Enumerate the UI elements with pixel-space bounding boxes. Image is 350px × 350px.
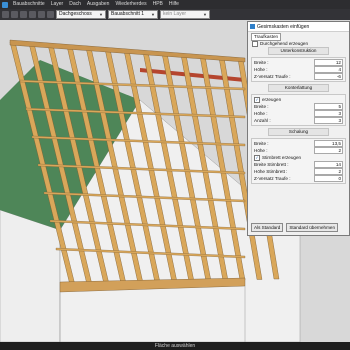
unterkonstruktion-header: Unterkonstruktion bbox=[268, 47, 329, 55]
height-input[interactable]: 4 bbox=[314, 66, 343, 73]
board-width-input[interactable]: 13,5 bbox=[314, 140, 343, 147]
toolbar: Dachgeschoss ▼ Bauabschnitt 1 ▼ kein Lay… bbox=[0, 9, 350, 20]
field-label: Breite : bbox=[254, 60, 269, 65]
menu-item-hpb[interactable]: HPB bbox=[150, 0, 166, 9]
batten-height-input[interactable]: 3 bbox=[314, 110, 343, 117]
section-select-value: Bauabschnitt 1 bbox=[111, 11, 145, 17]
status-text: Fläche auswählen bbox=[154, 343, 196, 349]
form-row: Höhe : 3 bbox=[254, 110, 343, 117]
redo-icon[interactable] bbox=[38, 11, 45, 18]
form-row: Anzahl : 3 bbox=[254, 117, 343, 124]
layer-select-value: kein Layer bbox=[163, 11, 187, 17]
chevron-down-icon: ▼ bbox=[151, 12, 155, 17]
menu-item-dach[interactable]: Dach bbox=[66, 0, 84, 9]
through-label: Durchgehend erzeugen bbox=[260, 41, 309, 46]
open-icon[interactable] bbox=[11, 11, 18, 18]
form-row: Breite : 5 bbox=[254, 103, 343, 110]
field-label: Höhe : bbox=[254, 148, 268, 153]
menu-bar: Bauabschnitte Layer Dach Ausgaben Wieder… bbox=[0, 0, 350, 9]
field-label: Höhe : bbox=[254, 111, 268, 116]
fascia-z-offset-input[interactable]: 0 bbox=[314, 175, 343, 182]
save-icon[interactable] bbox=[20, 11, 27, 18]
floor-select[interactable]: Dachgeschoss ▼ bbox=[56, 10, 106, 19]
form-row: Breite Stirnbrett : 14 bbox=[254, 161, 343, 168]
form-row: Höhe Stirnbrett : 2 bbox=[254, 168, 343, 175]
fascia-height-input[interactable]: 2 bbox=[314, 168, 343, 175]
field-label: Anzahl : bbox=[254, 118, 271, 123]
form-row: Höhe : 2 bbox=[254, 147, 343, 154]
form-row: Z-Versatz Traufe : 0 bbox=[254, 175, 343, 182]
layer-select[interactable]: kein Layer ▼ bbox=[160, 10, 210, 19]
undo-icon[interactable] bbox=[29, 11, 36, 18]
konterlattung-section: ✓ erzeugen Breite : 5 Höhe : 3 Anzahl : … bbox=[251, 94, 346, 126]
status-bar: Fläche auswählen bbox=[0, 342, 350, 350]
z-offset-input[interactable]: -6 bbox=[314, 73, 343, 80]
field-label: Breite : bbox=[254, 104, 269, 109]
form-row: Breite : 13,5 bbox=[254, 140, 343, 147]
fascia-label: Stirnbrett erzeugen bbox=[262, 155, 302, 160]
dialog-icon bbox=[250, 24, 255, 29]
dialog-body: Durchgehend erzeugen Unterkonstruktion B… bbox=[248, 40, 349, 186]
konterlattung-header: Konterlattung bbox=[268, 84, 329, 92]
dialog-buttons: Als Standard Standard übernehmen bbox=[251, 223, 339, 232]
field-label: Höhe : bbox=[254, 67, 268, 72]
board-height-input[interactable]: 2 bbox=[314, 147, 343, 154]
create-label: erzeugen bbox=[262, 97, 282, 102]
field-label: Breite Stirnbrett : bbox=[254, 162, 289, 167]
section-select[interactable]: Bauabschnitt 1 ▼ bbox=[108, 10, 158, 19]
counter-batten-checkbox[interactable]: ✓ erzeugen bbox=[254, 96, 343, 103]
field-label: Höhe Stirnbrett : bbox=[254, 169, 288, 174]
menu-item-hilfe[interactable]: Hilfe bbox=[166, 0, 182, 9]
dialog-title: Gesimskasten einfügen bbox=[257, 23, 310, 30]
form-row: Breite : 12 bbox=[254, 59, 343, 66]
checkbox-checked-icon[interactable]: ✓ bbox=[254, 154, 260, 161]
field-label: Z-Versatz Traufe : bbox=[254, 74, 291, 79]
settings-icon[interactable] bbox=[47, 11, 54, 18]
app-icon[interactable] bbox=[2, 1, 8, 8]
field-label: Z-Versatz Traufe : bbox=[254, 176, 291, 181]
eaves-box-dialog: Gesimskasten einfügen Traufkasten Durchg… bbox=[247, 21, 350, 236]
menu-item-bauabschnitte[interactable]: Bauabschnitte bbox=[10, 0, 48, 9]
schalung-section: Breite : 13,5 Höhe : 2 ✓ Stirnbrett erze… bbox=[251, 138, 346, 184]
form-row: Höhe : 4 bbox=[254, 66, 343, 73]
fascia-checkbox[interactable]: ✓ Stirnbrett erzeugen bbox=[254, 154, 343, 161]
floor-select-value: Dachgeschoss bbox=[59, 11, 92, 17]
checkbox-checked-icon[interactable]: ✓ bbox=[254, 96, 260, 103]
menu-item-wiederherdes[interactable]: Wiederherdes bbox=[112, 0, 149, 9]
menu-item-ausgaben[interactable]: Ausgaben bbox=[84, 0, 113, 9]
width-input[interactable]: 12 bbox=[314, 59, 343, 66]
chevron-down-icon: ▼ bbox=[99, 12, 103, 17]
chevron-down-icon: ▼ bbox=[203, 12, 207, 17]
set-default-button[interactable]: Als Standard bbox=[251, 223, 284, 232]
new-icon[interactable] bbox=[2, 11, 9, 18]
fascia-width-input[interactable]: 14 bbox=[314, 161, 343, 168]
batten-width-input[interactable]: 5 bbox=[314, 103, 343, 110]
checkbox-box[interactable] bbox=[252, 40, 258, 47]
unterkonstruktion-section: Breite : 12 Höhe : 4 Z-Versatz Traufe : … bbox=[251, 57, 346, 82]
menu-item-layer[interactable]: Layer bbox=[48, 0, 67, 9]
dialog-titlebar[interactable]: Gesimskasten einfügen bbox=[248, 22, 349, 32]
field-label: Breite : bbox=[254, 141, 269, 146]
batten-count-input[interactable]: 3 bbox=[314, 117, 343, 124]
schalung-header: Schalung bbox=[268, 128, 329, 136]
form-row: Z-Versatz Traufe : -6 bbox=[254, 73, 343, 80]
through-checkbox[interactable]: Durchgehend erzeugen bbox=[252, 40, 349, 47]
apply-default-button[interactable]: Standard übernehmen bbox=[286, 223, 339, 232]
